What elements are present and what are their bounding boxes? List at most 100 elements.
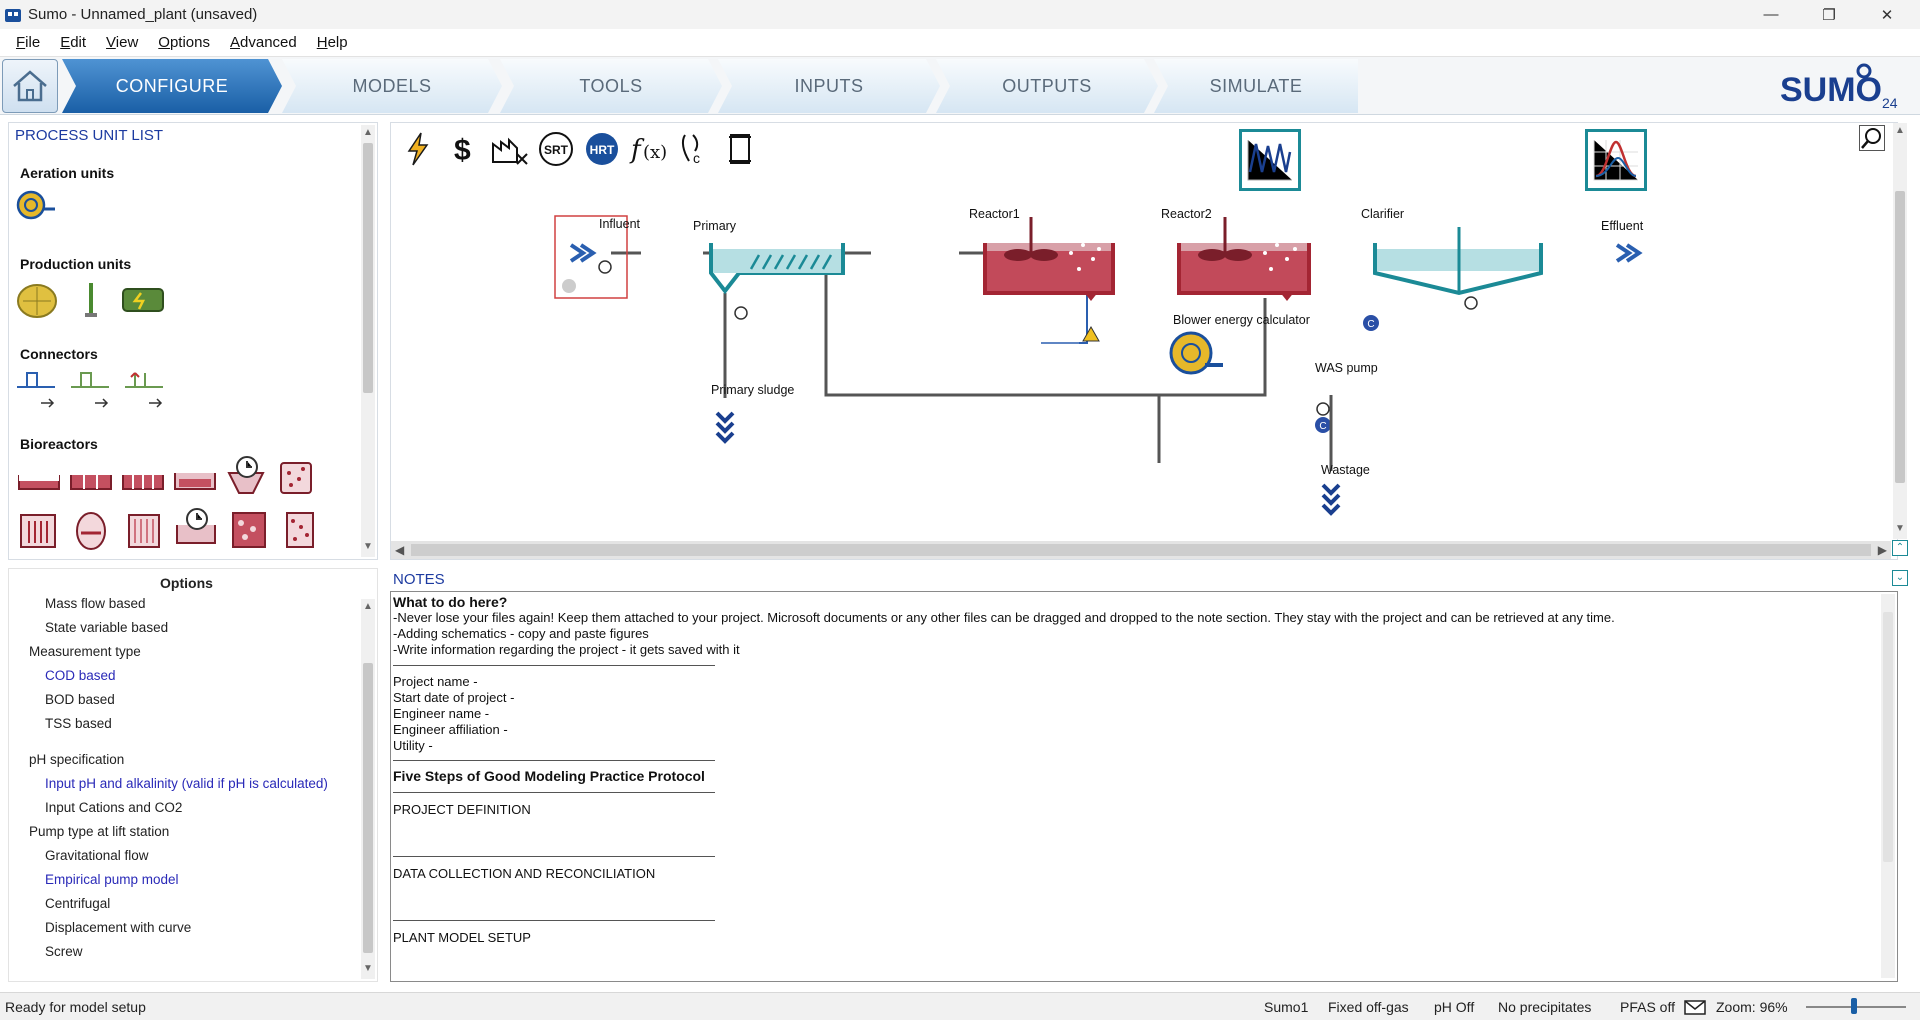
menu-view[interactable]: View <box>106 34 138 51</box>
biofilm-reactor-icon[interactable] <box>227 507 271 553</box>
canvas-scroll-left-icon[interactable]: ◀ <box>395 543 404 557</box>
tab-tools[interactable]: TOOLS <box>500 59 722 113</box>
option-state-variable-based[interactable]: State variable based <box>45 620 168 635</box>
logo-version: 24 <box>1882 95 1898 111</box>
option-ph-specification: pH specification <box>29 752 125 767</box>
menu-bar: File Edit View Options Advanced Help <box>0 29 1920 57</box>
granular-reactor-icon[interactable] <box>121 509 167 553</box>
unit-label-clarifier[interactable]: Clarifier <box>1361 207 1404 221</box>
option-centrifugal[interactable]: Centrifugal <box>45 896 110 911</box>
option-screw[interactable]: Screw <box>45 944 83 959</box>
options-scroll-up-icon[interactable]: ▲ <box>362 601 374 613</box>
splitter-connector-icon[interactable] <box>15 369 59 409</box>
canvas-scroll-up-icon[interactable]: ▲ <box>1894 125 1906 137</box>
stack-unit-icon[interactable] <box>81 281 101 319</box>
digester-reactor-icon[interactable] <box>69 509 113 555</box>
option-bod-based[interactable]: BOD based <box>45 692 115 707</box>
blower-unit-icon[interactable] <box>15 189 59 221</box>
column-reactor-icon[interactable] <box>279 507 321 553</box>
channel-reactor-icon[interactable] <box>171 463 219 499</box>
notes-line: DATA COLLECTION AND RECONCILIATION <box>393 866 656 881</box>
options-scroll-down-icon[interactable]: ▼ <box>362 963 374 975</box>
mbbr-reactor-icon[interactable] <box>275 455 317 499</box>
tab-simulate[interactable]: SIMULATE <box>1154 59 1358 113</box>
unit-label-primary[interactable]: Primary <box>693 219 736 233</box>
restore-button[interactable]: ❐ <box>1800 0 1858 29</box>
menu-file[interactable]: File <box>16 34 40 51</box>
tab-outputs[interactable]: OUTPUTS <box>936 59 1158 113</box>
section-aeration-units: Aeration units <box>20 165 115 181</box>
canvas-vertical-scrollbar[interactable]: ▲ ▼ <box>1893 123 1907 539</box>
status-model[interactable]: Sumo1 <box>1264 999 1308 1015</box>
flowsheet-canvas[interactable]: $ SRT HRT f (x) c C C Influent Primary R… <box>390 122 1907 560</box>
batch-reactor-timer-icon[interactable] <box>173 503 221 553</box>
sbr-reactor-icon[interactable] <box>119 463 167 499</box>
options-scrollbar-thumb[interactable] <box>363 663 373 953</box>
minimize-button[interactable]: — <box>1742 0 1800 29</box>
option-measurement-type: Measurement type <box>29 644 141 659</box>
mbr-reactor-icon[interactable] <box>15 509 61 553</box>
cstr-reactor-icon[interactable] <box>15 463 63 499</box>
status-offgas[interactable]: Fixed off-gas <box>1328 999 1409 1015</box>
notes-scrollbar-thumb[interactable] <box>1883 612 1893 862</box>
option-empirical-pump-model[interactable]: Empirical pump model <box>45 872 179 887</box>
option-tss-based[interactable]: TSS based <box>45 716 112 731</box>
zoom-slider-thumb[interactable] <box>1851 998 1857 1014</box>
notes-scrollbar[interactable] <box>1881 594 1895 978</box>
canvas-scroll-down-icon[interactable]: ▼ <box>1894 523 1906 535</box>
scroll-up-arrow-icon[interactable]: ▲ <box>362 127 374 139</box>
notes-header-bar: NOTES ⌄ <box>390 568 1908 590</box>
chp-unit-icon[interactable] <box>121 285 165 315</box>
svg-text:C: C <box>1367 319 1374 330</box>
digester-unit-icon[interactable] <box>15 279 59 319</box>
tab-inputs[interactable]: INPUTS <box>718 59 940 113</box>
option-gravitational-flow[interactable]: Gravitational flow <box>45 848 149 863</box>
option-input-cations-co2[interactable]: Input Cations and CO2 <box>45 800 182 815</box>
section-bioreactors: Bioreactors <box>20 436 98 452</box>
option-input-ph-alkalinity[interactable]: Input pH and alkalinity (valid if pH is … <box>45 776 328 791</box>
unit-label-wastage[interactable]: Wastage <box>1321 463 1370 477</box>
scrollbar-thumb[interactable] <box>363 143 373 393</box>
option-cod-based[interactable]: COD based <box>45 668 116 683</box>
canvas-scroll-right-icon[interactable]: ▶ <box>1878 543 1887 557</box>
notes-line: -Never lose your files again! Keep them … <box>393 610 1615 625</box>
process-unit-list-header: PROCESS UNIT LIST <box>15 127 164 144</box>
tab-configure[interactable]: CONFIGURE <box>62 59 282 113</box>
menu-advanced[interactable]: Advanced <box>230 34 297 51</box>
options-scrollbar[interactable]: ▲ ▼ <box>361 599 375 979</box>
canvas-horizontal-scrollbar[interactable]: ◀ ▶ <box>391 541 1891 559</box>
unit-label-blower[interactable]: Blower energy calculator <box>1173 313 1310 327</box>
menu-options[interactable]: Options <box>158 34 210 51</box>
status-pfas[interactable]: PFAS off <box>1620 999 1675 1015</box>
unit-label-reactor1[interactable]: Reactor1 <box>969 207 1020 221</box>
close-button[interactable]: ✕ <box>1858 0 1916 29</box>
canvas-vscroll-thumb[interactable] <box>1895 191 1905 483</box>
unit-label-was-pump[interactable]: WAS pump <box>1315 361 1378 375</box>
notes-line: -Adding schematics - copy and paste figu… <box>393 626 649 641</box>
status-ph[interactable]: pH Off <box>1434 999 1474 1015</box>
home-button[interactable] <box>2 59 58 113</box>
menu-help[interactable]: Help <box>317 34 348 51</box>
unit-label-reactor2[interactable]: Reactor2 <box>1161 207 1212 221</box>
scroll-down-arrow-icon[interactable]: ▼ <box>362 541 374 553</box>
batch-reactor-clock-icon[interactable] <box>223 453 269 499</box>
unit-label-primary-sludge[interactable]: Primary sludge <box>711 383 794 397</box>
plugflow-reactor-icon[interactable] <box>67 463 115 499</box>
home-icon <box>13 70 47 102</box>
notes-editor[interactable]: What to do here? -Never lose your files … <box>390 591 1898 982</box>
tab-models[interactable]: MODELS <box>282 59 502 113</box>
canvas-hscroll-thumb[interactable] <box>411 544 1871 556</box>
unit-label-effluent[interactable]: Effluent <box>1601 219 1643 233</box>
option-mass-flow-based[interactable]: Mass flow based <box>45 596 146 611</box>
status-precipitates[interactable]: No precipitates <box>1498 999 1591 1015</box>
process-unit-list-panel: PROCESS UNIT LIST Aeration units Product… <box>8 122 378 560</box>
sampler-connector-icon[interactable] <box>123 369 167 409</box>
menu-edit[interactable]: Edit <box>60 34 86 51</box>
mail-icon[interactable] <box>1684 1000 1706 1015</box>
unit-list-scrollbar[interactable]: ▲ ▼ <box>361 125 375 557</box>
unit-label-influent[interactable]: Influent <box>599 217 640 231</box>
collapse-up-button[interactable]: ⌃ <box>1892 540 1908 556</box>
option-displacement-with-curve[interactable]: Displacement with curve <box>45 920 191 935</box>
notes-collapse-button[interactable]: ⌄ <box>1892 570 1908 586</box>
mixer-connector-icon[interactable] <box>69 369 113 409</box>
